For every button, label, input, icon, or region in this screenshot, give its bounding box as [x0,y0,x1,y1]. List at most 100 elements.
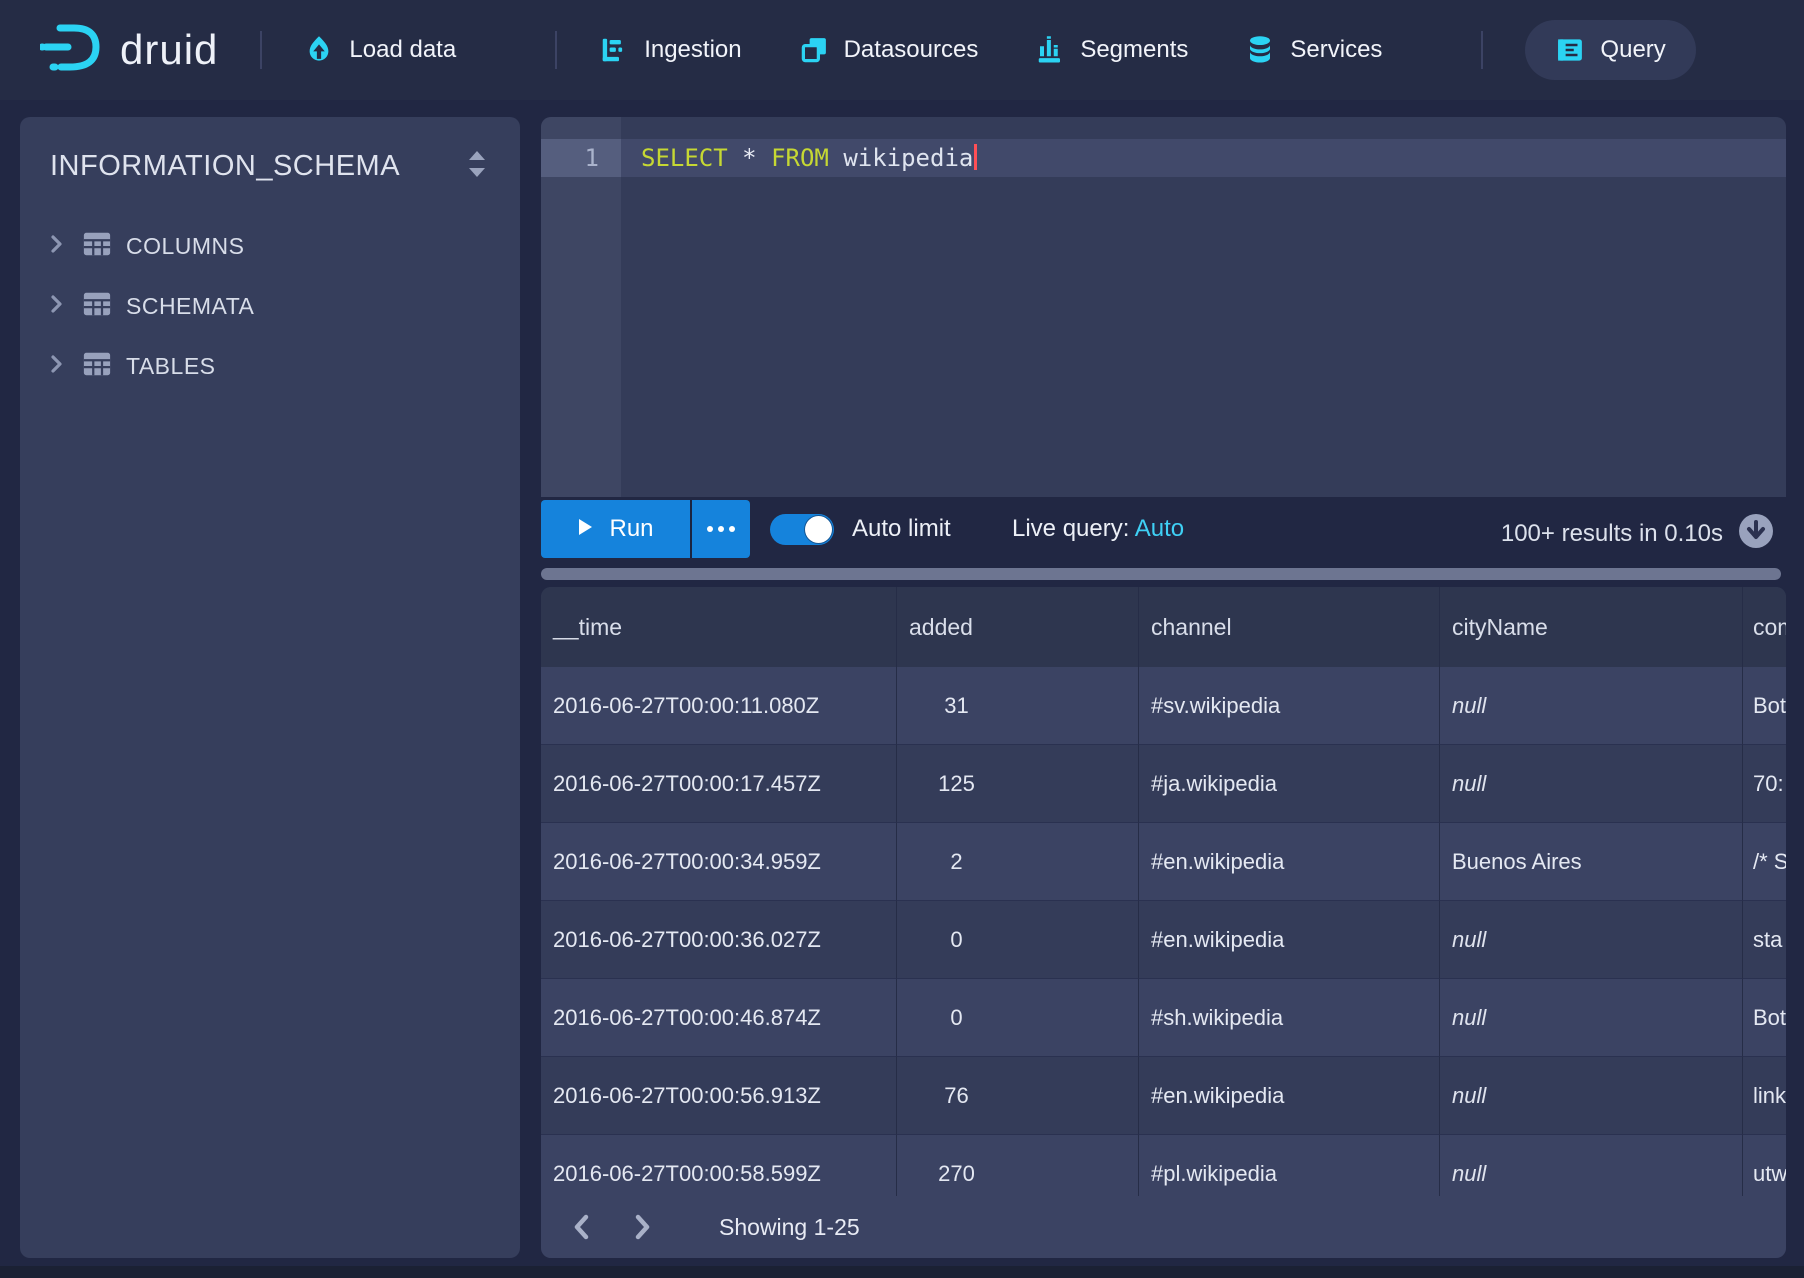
column-header-added[interactable]: added [897,587,1139,667]
segments-bars-icon [1035,35,1065,65]
services-database-icon [1245,35,1275,65]
nav-item-datasources[interactable]: Datasources [799,35,979,65]
query-console-icon [1555,35,1585,65]
cell-time[interactable]: 2016-06-27T00:00:34.959Z [541,823,897,901]
results-summary-text: 100+ results in 0.10s [1501,520,1723,548]
column-header-channel[interactable]: channel [1139,587,1440,667]
auto-limit-toggle[interactable] [770,514,834,545]
cell-cityname[interactable]: null [1440,667,1743,745]
cell-cityname[interactable]: null [1440,979,1743,1057]
schema-title: INFORMATION_SCHEMA [50,150,400,183]
nav-item-label: Segments [1080,36,1188,64]
navbar-divider [555,31,557,69]
cell-time[interactable]: 2016-06-27T00:00:46.874Z [541,979,897,1057]
table-row: 2016-06-27T00:00:36.027Z 0 #en.wikipedia… [541,901,1786,979]
table-row: 2016-06-27T00:00:17.457Z 125 #ja.wikiped… [541,745,1786,823]
more-icon [729,526,735,532]
cell-added[interactable]: 2 [897,823,1139,901]
run-button-label: Run [609,515,653,543]
sidebar-item-columns[interactable]: COLUMNS [20,216,520,276]
cell-time[interactable]: 2016-06-27T00:00:17.457Z [541,745,897,823]
cell-cityname[interactable]: null [1440,1057,1743,1135]
cell-cityname[interactable]: null [1440,901,1743,979]
more-icon [718,526,724,532]
window-bottom-edge [0,1266,1804,1278]
cell-channel[interactable]: #ja.wikipedia [1139,745,1440,823]
cell-added[interactable]: 0 [897,901,1139,979]
sidebar-item-schemata[interactable]: SCHEMATA [20,276,520,336]
cell-time[interactable]: 2016-06-27T00:00:11.080Z [541,667,897,745]
table-row: 2016-06-27T00:00:46.874Z 0 #sh.wikipedia… [541,979,1786,1057]
live-query-control[interactable]: Live query: Auto [1012,515,1184,543]
query-results-panel: __time added channel cityName comment 20… [541,587,1786,1258]
cell-comment[interactable]: Bot [1743,667,1786,745]
table-grid-icon [82,230,112,263]
toggle-knob [805,516,832,543]
cell-comment[interactable]: sta [1743,901,1786,979]
line-number: 1 [541,139,599,177]
sql-star: * [742,144,756,172]
run-more-button[interactable] [692,500,750,558]
datasources-stack-icon [799,35,829,65]
column-header-comment[interactable]: comment [1743,587,1786,667]
nav-item-label: Ingestion [644,36,741,64]
cell-comment[interactable]: /* S [1743,823,1786,901]
cell-cityname[interactable]: null [1440,745,1743,823]
table-grid-icon [82,350,112,383]
cell-channel[interactable]: #sh.wikipedia [1139,979,1440,1057]
cell-comment[interactable]: Bot [1743,979,1786,1057]
play-icon [577,515,593,543]
cell-cityname[interactable]: Buenos Aires [1440,823,1743,901]
nav-item-load-data[interactable]: Load data [304,35,456,65]
druid-logo[interactable]: druid [40,19,218,82]
chevron-right-icon [44,232,68,261]
nav-item-services[interactable]: Services [1245,35,1382,65]
cell-time[interactable]: 2016-06-27T00:00:56.913Z [541,1057,897,1135]
chevron-right-icon [44,292,68,321]
table-row: 2016-06-27T00:00:11.080Z 31 #sv.wikipedi… [541,667,1786,745]
run-button[interactable]: Run [541,500,690,558]
nav-item-label: Datasources [844,36,979,64]
cell-added[interactable]: 76 [897,1057,1139,1135]
more-icon [707,526,713,532]
nav-item-label: Services [1290,36,1382,64]
column-header-cityname[interactable]: cityName [1440,587,1743,667]
sql-keyword: FROM [771,144,829,172]
navbar-divider [260,31,262,69]
auto-limit-label: Auto limit [852,515,951,543]
nav-item-label: Load data [349,36,456,64]
sidebar-item-tables[interactable]: TABLES [20,336,520,396]
download-icon[interactable] [1738,513,1774,554]
schema-sidebar: INFORMATION_SCHEMA COLUMNS [20,117,520,1258]
sql-query-text[interactable]: SELECT * FROM wikipedia [641,139,977,177]
prev-page-button[interactable] [565,1210,599,1244]
results-header-row: __time added channel cityName comment [541,587,1786,667]
column-header-time[interactable]: __time [541,587,897,667]
cell-channel[interactable]: #en.wikipedia [1139,901,1440,979]
cell-comment[interactable]: 70: [1743,745,1786,823]
cell-comment[interactable]: link [1743,1057,1786,1135]
table-row: 2016-06-27T00:00:34.959Z 2 #en.wikipedia… [541,823,1786,901]
cell-added[interactable]: 0 [897,979,1139,1057]
live-query-value[interactable]: Auto [1135,515,1184,542]
nav-item-query-active[interactable]: Query [1525,20,1695,80]
cell-channel[interactable]: #en.wikipedia [1139,1057,1440,1135]
tree-item-label: TABLES [126,353,216,380]
nav-item-ingestion[interactable]: Ingestion [599,35,741,65]
next-page-button[interactable] [625,1210,659,1244]
nav-item-segments[interactable]: Segments [1035,35,1188,65]
chevron-right-icon [44,352,68,381]
live-query-label: Live query: [1012,515,1129,542]
upload-icon [304,35,334,65]
table-row: 2016-06-27T00:00:56.913Z 76 #en.wikipedi… [541,1057,1786,1135]
cell-added[interactable]: 125 [897,745,1139,823]
cell-added[interactable]: 31 [897,667,1139,745]
results-horizontal-scrollbar[interactable] [541,568,1781,580]
query-run-bar: Run Auto limit Live query: Auto 100+ res… [541,500,1786,558]
cell-channel[interactable]: #sv.wikipedia [1139,667,1440,745]
cell-time[interactable]: 2016-06-27T00:00:36.027Z [541,901,897,979]
sql-editor[interactable]: 1 SELECT * FROM wikipedia [541,117,1786,497]
sort-double-caret-icon[interactable] [464,147,490,186]
text-cursor [974,144,977,170]
cell-channel[interactable]: #en.wikipedia [1139,823,1440,901]
